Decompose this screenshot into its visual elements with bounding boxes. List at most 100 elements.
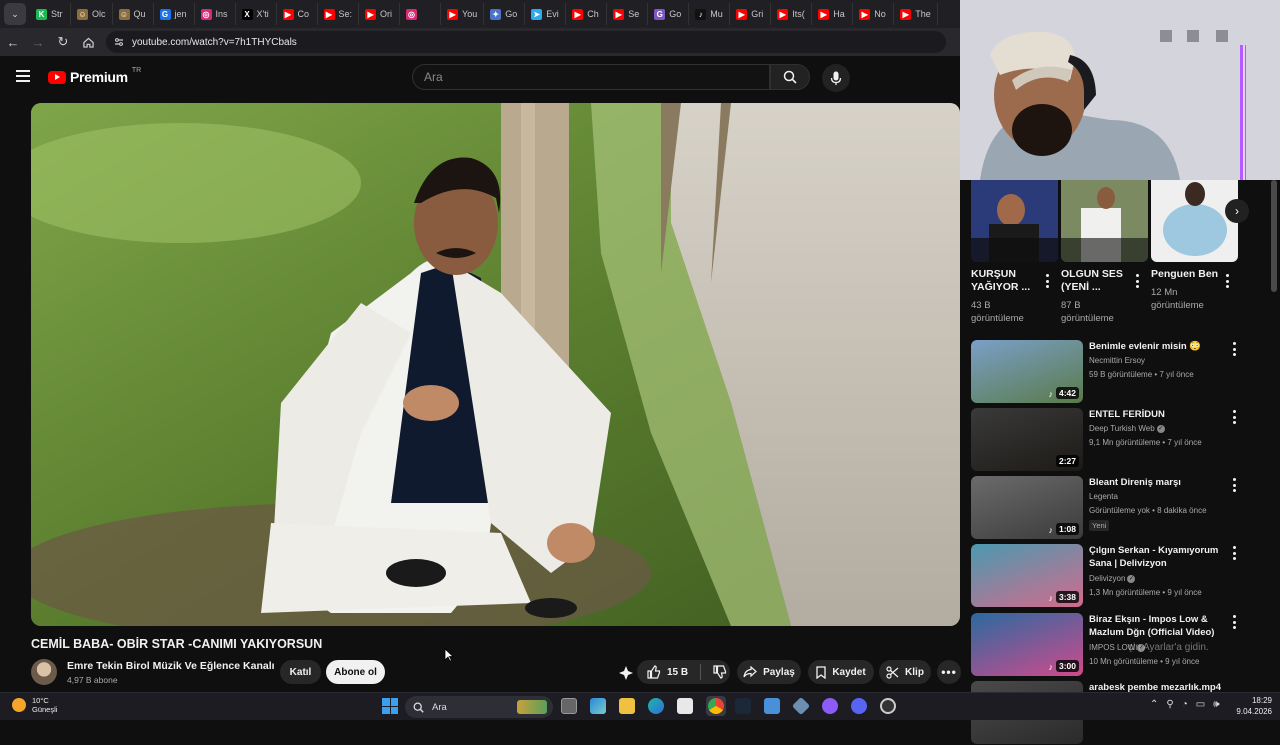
browser-tab[interactable]: ☺ Olc (71, 3, 113, 25)
short-menu-icon[interactable] (1135, 274, 1139, 288)
discord-icon[interactable] (851, 698, 867, 714)
app-icon[interactable] (764, 698, 780, 714)
file-explorer-icon[interactable] (619, 698, 635, 714)
chrome-active-icon[interactable] (706, 696, 726, 716)
video-menu-icon[interactable] (1232, 342, 1236, 356)
windows-start-icon[interactable] (382, 698, 398, 714)
shorts-next-button[interactable]: › (1225, 199, 1249, 223)
video-thumbnail[interactable]: 4:42 ♪ (971, 340, 1083, 403)
video-thumbnail[interactable]: 2:27 (971, 408, 1083, 471)
steam-icon[interactable] (735, 698, 751, 714)
join-button[interactable]: Katıl (280, 660, 321, 684)
widgets-icon[interactable] (590, 698, 606, 714)
youtube-premium-logo[interactable]: Premium TR (48, 67, 141, 85)
wifi-icon[interactable]: ◔ (1182, 699, 1188, 710)
browser-tab[interactable]: Gjen (154, 3, 195, 25)
browser-tab[interactable]: ▶ Gri (730, 3, 772, 25)
reload-icon[interactable]: ↻ (51, 30, 75, 54)
video-player[interactable] (31, 103, 960, 626)
short-title[interactable]: KURŞUN YAĞIYOR ... (971, 268, 1041, 294)
chevron-up-icon[interactable]: ⌃ (1150, 699, 1158, 710)
channel-name[interactable]: Emre Tekin Birol Müzik Ve Eğlence Kanalı (67, 660, 275, 672)
short-thumbnail[interactable] (971, 180, 1058, 262)
browser-tab[interactable]: ▶ Its( (771, 3, 813, 25)
clip-button[interactable]: Klip (879, 660, 931, 684)
browser-tab[interactable]: ▶ Ch (566, 3, 608, 25)
browser-tab[interactable]: ▶ You (441, 3, 485, 25)
sidebar-scrollbar[interactable] (1271, 180, 1277, 292)
video-thumbnail[interactable]: 3:00 ♪ (971, 613, 1083, 676)
video-menu-icon[interactable] (1232, 546, 1236, 560)
recommended-channel[interactable]: Necmittin Ersoy (1089, 356, 1145, 365)
recommended-video[interactable]: 1:08 ♪ Bleant Direniş marşı Legenta Görüntül… (971, 476, 1251, 540)
browser-tab[interactable]: X X'ti (236, 3, 277, 25)
recommended-title[interactable]: Biraz Ekşın - Impos Low & Mazlum Dğn (Of… (1089, 613, 1229, 639)
like-count[interactable]: 15 B (667, 667, 688, 678)
weather-widget[interactable]: 10°C Güneşli (12, 696, 57, 714)
recommended-video[interactable]: 3:38 ♪ Çılgın Serkan - Kıyamıyorum Sana | … (971, 544, 1251, 608)
display-icon[interactable]: ▭ (1196, 699, 1205, 710)
browser-tab[interactable]: ♪ Mu (689, 3, 731, 25)
save-button[interactable]: Kaydet (808, 660, 874, 684)
app-icon-3[interactable] (822, 698, 838, 714)
obs-icon[interactable] (880, 698, 896, 714)
recommended-channel[interactable]: Deep Turkish Web ✓ (1089, 424, 1165, 433)
edge-browser-icon[interactable] (648, 698, 664, 714)
store-icon[interactable] (677, 698, 693, 714)
browser-tab[interactable]: ▶ Se (607, 3, 649, 25)
url-input[interactable]: youtube.com/watch?v=7h1THYCbals (106, 31, 946, 53)
taskbar-search-input[interactable]: Ara (405, 696, 553, 718)
recommended-video[interactable]: 4:42 ♪ Benimle evlenir misin 😳 Necmittin Er… (971, 340, 1251, 404)
short-title[interactable]: Penguen Ben (1151, 268, 1231, 281)
subscribe-button[interactable]: Abone ol (326, 660, 385, 684)
back-arrow-icon[interactable]: ← (1, 30, 25, 54)
video-menu-icon[interactable] (1232, 478, 1236, 492)
short-menu-icon[interactable] (1045, 274, 1049, 288)
recommended-video[interactable]: 3:00 ♪ Biraz Ekşın - Impos Low & Mazlum Dğ… (971, 613, 1251, 677)
short-thumbnail[interactable] (1151, 180, 1238, 262)
task-view-icon[interactable] (561, 698, 577, 714)
video-thumbnail[interactable]: 1:08 ♪ (971, 476, 1083, 539)
browser-tab[interactable]: K Str (30, 3, 71, 25)
home-icon[interactable] (76, 30, 100, 54)
browser-tab[interactable]: ◎ Ins (195, 3, 236, 25)
search-input[interactable]: Ara (412, 64, 770, 90)
browser-tab[interactable]: ☺ Qu (113, 3, 154, 25)
browser-tab[interactable]: ▶ Se: (318, 3, 360, 25)
recommended-title[interactable]: Çılgın Serkan - Kıyamıyorum Sana | Deliv… (1089, 544, 1229, 570)
browser-tab[interactable]: ▶ No (853, 3, 895, 25)
forward-arrow-icon[interactable]: → (26, 30, 50, 54)
more-actions-button[interactable]: ••• (937, 660, 961, 684)
app-icon-2[interactable] (791, 696, 811, 716)
browser-tab[interactable]: ➤ Evi (525, 3, 567, 25)
tab-search-menu-button[interactable]: ⌄ (4, 3, 26, 25)
recommended-channel[interactable]: Delivizyon ✓ (1089, 574, 1136, 583)
taskbar-clock[interactable]: 18:29 9.04.2026 (1228, 695, 1272, 717)
site-info-icon[interactable] (114, 37, 124, 47)
video-thumbnail[interactable]: 3:38 ♪ (971, 544, 1083, 607)
short-menu-icon[interactable] (1225, 274, 1229, 288)
location-icon[interactable]: ⚲ (1166, 699, 1173, 710)
channel-avatar[interactable] (31, 659, 57, 685)
recommended-video[interactable]: 2:27 ENTEL FERİDUN Deep Turkish Web ✓ 9,1 Mn… (971, 408, 1251, 472)
short-title[interactable]: OLGUN SES (YENİ ... (1061, 268, 1131, 294)
browser-tab[interactable]: ▶ Co (277, 3, 318, 25)
search-button[interactable] (770, 64, 810, 90)
browser-tab[interactable]: ◎ (400, 3, 442, 25)
video-menu-icon[interactable] (1232, 410, 1236, 424)
recommended-title[interactable]: ENTEL FERİDUN (1089, 408, 1229, 421)
recommended-channel[interactable]: Legenta (1089, 492, 1118, 501)
short-thumbnail[interactable] (1061, 180, 1148, 262)
browser-tab[interactable]: G Go (648, 3, 690, 25)
volume-icon[interactable]: 🕪 (1213, 699, 1219, 710)
premium-sparkle-icon[interactable] (617, 664, 635, 682)
like-icon[interactable] (647, 665, 661, 679)
browser-tab[interactable]: ▶ The (894, 3, 938, 25)
voice-search-button[interactable] (822, 64, 850, 92)
video-menu-icon[interactable] (1232, 615, 1236, 629)
menu-hamburger-icon[interactable] (16, 70, 30, 82)
browser-tab[interactable]: ▶ Ori (359, 3, 401, 25)
dislike-icon[interactable] (713, 665, 727, 679)
recommended-title[interactable]: Bleant Direniş marşı (1089, 476, 1229, 489)
recommended-title[interactable]: Benimle evlenir misin 😳 (1089, 340, 1229, 353)
